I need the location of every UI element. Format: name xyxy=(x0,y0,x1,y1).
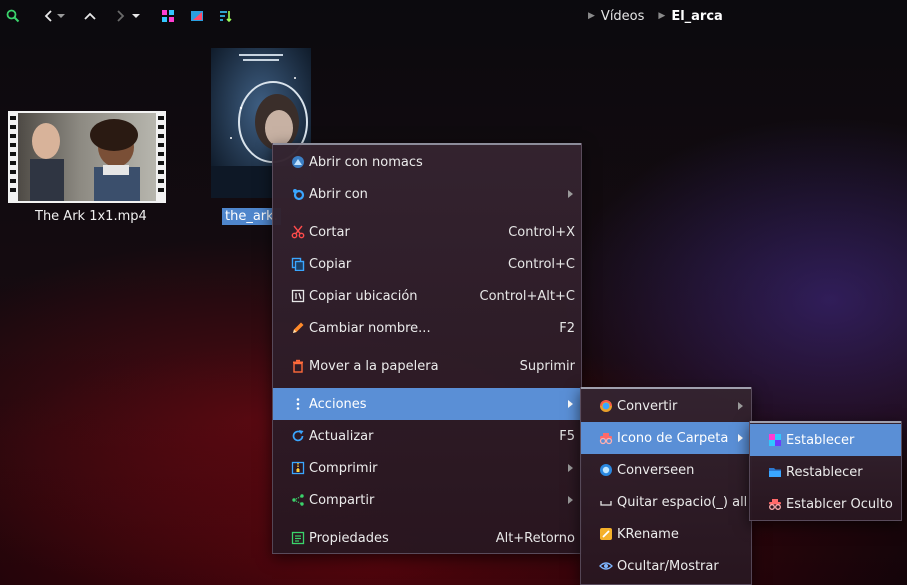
submenu-item-label: Convertir xyxy=(617,398,678,414)
menu-item-label: Abrir con xyxy=(309,186,368,202)
menu-item-label: Copiar ubicación xyxy=(309,288,418,304)
forward-history-chevron-down-icon[interactable] xyxy=(130,7,142,25)
menu-item-label: Abrir con nomacs xyxy=(309,154,423,170)
archive-icon xyxy=(291,461,305,475)
actions-submenu: Convertir Icono de Carpeta Converseen Qu… xyxy=(580,387,752,585)
submenu-item-label: KRename xyxy=(617,526,679,542)
menu-item-move-to-trash[interactable]: Mover a la papelera Suprimir xyxy=(273,350,581,382)
forward-icon[interactable] xyxy=(111,7,129,25)
breadcrumb-separator-icon: ▶ xyxy=(658,11,666,21)
menu-item-label: Cortar xyxy=(309,224,350,240)
breadcrumb-item-current[interactable]: El_arca xyxy=(671,9,723,24)
convert-icon xyxy=(599,399,613,413)
submenu-item-set-hidden[interactable]: Establcer Oculto xyxy=(750,488,901,520)
video-thumbnail xyxy=(8,111,166,203)
submenu-item-convert[interactable]: Convertir xyxy=(581,390,751,422)
menu-item-properties[interactable]: Propiedades Alt+Retorno xyxy=(273,522,581,554)
krename-icon xyxy=(599,527,613,541)
menu-item-open-with-nomacs[interactable]: Abrir con nomacs xyxy=(273,146,581,178)
submenu-item-label: Restablecer xyxy=(786,464,863,480)
toolbar: ▶ Vídeos ▶ El_arca xyxy=(0,0,907,32)
submenu-item-label: Establecer xyxy=(786,432,855,448)
context-menu: Abrir con nomacs Abrir con Cortar Contro… xyxy=(272,143,582,554)
submenu-item-krename[interactable]: KRename xyxy=(581,518,751,550)
menu-item-compress[interactable]: Comprimir xyxy=(273,452,581,484)
properties-icon xyxy=(291,531,305,545)
menu-item-label: Acciones xyxy=(309,396,367,412)
trash-icon xyxy=(291,359,305,373)
submenu-arrow-icon xyxy=(568,190,573,198)
menu-item-cut[interactable]: Cortar Control+X xyxy=(273,216,581,248)
share-icon xyxy=(291,493,305,507)
submenu-item-folder-icon[interactable]: Icono de Carpeta xyxy=(581,422,751,454)
scissors-icon xyxy=(291,225,305,239)
submenu-item-hide-show[interactable]: Ocultar/Mostrar xyxy=(581,550,751,582)
menu-item-shortcut: Control+Alt+C xyxy=(479,288,575,304)
menu-item-label: Propiedades xyxy=(309,530,389,546)
menu-item-copy-location[interactable]: Copiar ubicación Control+Alt+C xyxy=(273,280,581,312)
menu-item-rename[interactable]: Cambiar nombre... F2 xyxy=(273,312,581,344)
submenu-item-label: Quitar espacio(_) all xyxy=(617,494,748,510)
grid-view-icon[interactable] xyxy=(159,7,177,25)
menu-item-shortcut: Suprimir xyxy=(519,358,575,374)
submenu-item-label: Ocultar/Mostrar xyxy=(617,558,719,574)
submenu-item-remove-spaces[interactable]: Quitar espacio(_) all xyxy=(581,486,751,518)
nomacs-icon xyxy=(291,155,305,169)
menu-item-shortcut: Alt+Retorno xyxy=(495,530,575,546)
back-history-chevron-down-icon[interactable] xyxy=(56,7,66,25)
eye-icon xyxy=(599,559,613,573)
breadcrumb-item-videos[interactable]: Vídeos xyxy=(601,9,644,24)
submenu-arrow-icon xyxy=(738,434,743,442)
file-item-video[interactable] xyxy=(8,111,166,203)
copy-location-icon xyxy=(291,289,305,303)
up-icon[interactable] xyxy=(81,7,99,25)
submenu-arrow-icon xyxy=(568,464,573,472)
breadcrumb-separator-icon: ▶ xyxy=(588,11,595,21)
folder-icon xyxy=(768,465,782,479)
file-name-video[interactable]: The Ark 1x1.mp4 xyxy=(35,209,147,224)
submenu-item-label: Establcer Oculto xyxy=(786,496,893,512)
converseen-icon xyxy=(599,463,613,477)
gear-open-with-icon xyxy=(291,187,305,201)
menu-item-actions[interactable]: Acciones xyxy=(273,388,581,420)
incognito-icon xyxy=(768,497,782,511)
set-folder-icon xyxy=(768,433,782,447)
menu-item-label: Cambiar nombre... xyxy=(309,320,431,336)
menu-item-shortcut: Control+X xyxy=(508,224,575,240)
menu-item-label: Mover a la papelera xyxy=(309,358,439,374)
submenu-item-label: Icono de Carpeta xyxy=(617,430,729,446)
more-vertical-icon xyxy=(291,397,305,411)
menu-item-refresh[interactable]: Actualizar F5 xyxy=(273,420,581,452)
submenu-arrow-icon xyxy=(568,496,573,504)
menu-item-label: Compartir xyxy=(309,492,375,508)
copy-icon xyxy=(291,257,305,271)
pencil-icon xyxy=(291,321,305,335)
submenu-item-reset[interactable]: Restablecer xyxy=(750,456,901,488)
submenu-item-label: Converseen xyxy=(617,462,695,478)
preview-icon[interactable] xyxy=(188,7,206,25)
breadcrumb: ▶ Vídeos ▶ El_arca xyxy=(588,7,723,25)
menu-item-label: Comprimir xyxy=(309,460,378,476)
space-icon xyxy=(599,495,613,509)
submenu-arrow-icon xyxy=(568,400,573,408)
menu-item-share[interactable]: Compartir xyxy=(273,484,581,516)
menu-item-label: Copiar xyxy=(309,256,352,272)
menu-item-copy[interactable]: Copiar Control+C xyxy=(273,248,581,280)
menu-item-open-with[interactable]: Abrir con xyxy=(273,178,581,210)
submenu-arrow-icon xyxy=(738,402,743,410)
menu-item-shortcut: F5 xyxy=(559,428,575,444)
submenu-item-converseen[interactable]: Converseen xyxy=(581,454,751,486)
sort-icon[interactable] xyxy=(216,7,234,25)
folder-icon-submenu: Establecer Restablecer Establcer Oculto xyxy=(749,421,902,521)
submenu-item-set[interactable]: Establecer xyxy=(750,424,901,456)
menu-item-label: Actualizar xyxy=(309,428,374,444)
folder-icon-tool-icon xyxy=(599,431,613,445)
refresh-icon xyxy=(291,429,305,443)
menu-item-shortcut: F2 xyxy=(559,320,575,336)
menu-item-shortcut: Control+C xyxy=(508,256,575,272)
search-icon[interactable] xyxy=(4,7,22,25)
